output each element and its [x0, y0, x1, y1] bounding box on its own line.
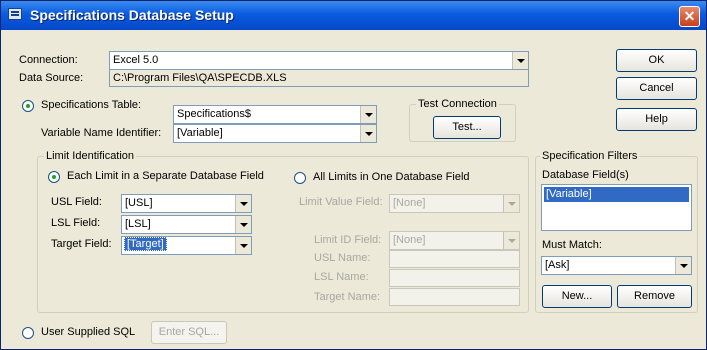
- limit-id-field-label: Limit ID Field:: [314, 234, 382, 246]
- each-limit-label: Each Limit in a Separate Database Field: [67, 170, 264, 182]
- must-match-label: Must Match:: [542, 239, 602, 251]
- specifications-table-dropdown[interactable]: Specifications$: [173, 105, 377, 124]
- must-match-dropdown[interactable]: [Ask]: [541, 256, 692, 275]
- all-limits-radio[interactable]: [294, 172, 306, 184]
- chevron-down-icon[interactable]: [360, 106, 376, 123]
- target-name-label: Target Name:: [314, 291, 381, 303]
- chevron-down-icon[interactable]: [360, 125, 376, 142]
- limit-value-field-label: Limit Value Field:: [299, 196, 383, 208]
- specifications-table-label: Specifications Table:: [41, 99, 142, 111]
- lsl-field-dropdown[interactable]: [LSL]: [121, 215, 252, 234]
- user-sql-radio[interactable]: [22, 327, 34, 339]
- test-connection-label: Test Connection: [416, 98, 499, 110]
- enter-sql-button[interactable]: Enter SQL...: [151, 321, 227, 344]
- each-limit-radio[interactable]: [48, 171, 60, 183]
- usl-field-value: [USL]: [125, 197, 153, 209]
- test-button[interactable]: Test...: [433, 116, 501, 139]
- limit-identification-label: Limit Identification: [44, 150, 137, 162]
- chevron-down-icon[interactable]: [675, 257, 691, 274]
- database-fields-label: Database Field(s): [542, 169, 629, 181]
- connection-dropdown[interactable]: Excel 5.0: [109, 51, 529, 70]
- variable-identifier-value: [Variable]: [177, 127, 223, 139]
- cancel-button[interactable]: Cancel: [616, 77, 697, 100]
- chevron-down-icon[interactable]: [512, 52, 528, 69]
- limit-value-field-dropdown[interactable]: [None]: [389, 194, 520, 213]
- usl-field-dropdown[interactable]: [USL]: [121, 194, 252, 213]
- variable-identifier-label: Variable Name Identifier:: [41, 127, 162, 139]
- connection-value: Excel 5.0: [113, 54, 159, 66]
- limit-id-field-value: [None]: [393, 234, 426, 246]
- title-bar: Specifications Database Setup ✕: [1, 1, 706, 30]
- window-title: Specifications Database Setup: [30, 7, 234, 23]
- specifications-table-radio[interactable]: [22, 100, 34, 112]
- user-sql-label: User Supplied SQL: [41, 326, 136, 338]
- remove-filter-button[interactable]: Remove: [617, 285, 692, 308]
- target-field-label: Target Field:: [51, 238, 112, 250]
- specifications-table-value: Specifications$: [177, 108, 251, 120]
- specification-filters-label: Specification Filters: [540, 150, 640, 162]
- usl-name-input[interactable]: [389, 250, 520, 268]
- help-button[interactable]: Help: [616, 108, 697, 131]
- limit-value-field-value: [None]: [393, 197, 426, 209]
- chevron-down-icon[interactable]: [503, 195, 519, 212]
- database-fields-listbox[interactable]: [Variable]: [541, 184, 692, 231]
- usl-field-label: USL Field:: [51, 196, 102, 208]
- lsl-field-value: [LSL]: [125, 218, 151, 230]
- chevron-down-icon[interactable]: [235, 237, 251, 254]
- must-match-value: [Ask]: [545, 259, 570, 271]
- close-button[interactable]: ✕: [679, 6, 700, 27]
- lsl-name-input[interactable]: [389, 269, 520, 287]
- chevron-down-icon[interactable]: [503, 232, 519, 249]
- setup-dialog: Specifications Database Setup ✕ Connecti…: [0, 0, 707, 350]
- usl-name-label: USL Name:: [314, 252, 371, 264]
- chevron-down-icon[interactable]: [235, 216, 251, 233]
- data-source-label: Data Source:: [19, 72, 84, 84]
- chevron-down-icon[interactable]: [235, 195, 251, 212]
- list-item[interactable]: [Variable]: [544, 187, 689, 202]
- connection-label: Connection:: [19, 54, 78, 66]
- ok-button[interactable]: OK: [616, 49, 697, 72]
- target-field-value: [Target]: [124, 237, 167, 251]
- target-field-dropdown[interactable]: [Target]: [121, 236, 252, 255]
- new-filter-button[interactable]: New...: [542, 285, 612, 308]
- data-source-field: C:\Program Files\QA\SPECDB.XLS: [109, 69, 529, 87]
- variable-identifier-dropdown[interactable]: [Variable]: [173, 124, 377, 143]
- window-icon: [8, 8, 22, 20]
- target-name-input[interactable]: [389, 288, 520, 306]
- lsl-name-label: LSL Name:: [314, 271, 369, 283]
- limit-id-field-dropdown[interactable]: [None]: [389, 231, 520, 250]
- all-limits-label: All Limits in One Database Field: [313, 171, 470, 183]
- lsl-field-label: LSL Field:: [51, 217, 101, 229]
